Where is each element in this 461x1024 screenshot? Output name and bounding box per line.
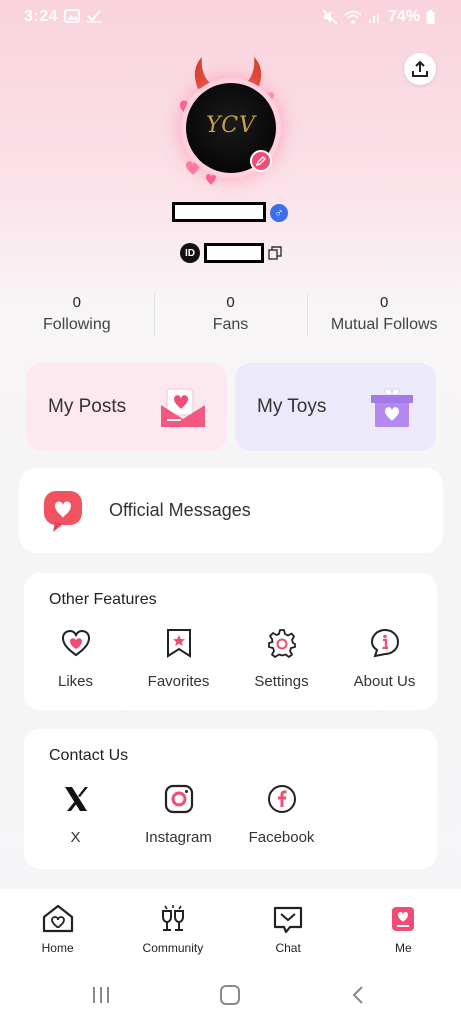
avatar-logo: YCV: [206, 113, 256, 138]
stat-label: Following: [43, 316, 111, 333]
info-icon: [370, 628, 399, 658]
nav-chat[interactable]: Chat: [231, 889, 346, 965]
stat-mutual-follows[interactable]: 0 Mutual Follows: [307, 290, 461, 340]
male-gender-icon: ♂: [270, 204, 288, 222]
me-icon: [392, 907, 415, 931]
recent-apps-icon[interactable]: [90, 985, 112, 1005]
feature-label: About Us: [353, 673, 416, 690]
mute-icon: [322, 9, 338, 25]
facebook-icon: [267, 785, 296, 813]
system-navigation-bar: [0, 965, 461, 1024]
battery-icon: [426, 10, 435, 24]
nav-label: Home: [41, 941, 74, 955]
status-bar: 3:24 74%: [0, 0, 461, 36]
contact-us-section: Contact Us X Instagram Facebook: [24, 729, 437, 869]
home-system-icon[interactable]: [219, 985, 241, 1005]
heart-icon: [61, 629, 90, 657]
contact-label: X: [70, 829, 81, 846]
feature-label: Likes: [57, 673, 94, 690]
instagram-icon: [164, 784, 193, 814]
stat-label: Mutual Follows: [330, 316, 438, 333]
edit-avatar-button[interactable]: [250, 150, 272, 172]
heart-message-icon: [44, 490, 82, 532]
status-right: 74%: [322, 8, 435, 26]
nav-community[interactable]: Community: [115, 889, 230, 965]
nav-home[interactable]: Home: [0, 889, 115, 965]
quick-cards: My Posts My Toys: [26, 363, 436, 451]
battery-level: 74%: [387, 8, 420, 25]
stat-fans[interactable]: 0 Fans: [153, 290, 308, 340]
bottom-navigation: Home Community Chat Me: [0, 889, 461, 965]
contact-x[interactable]: X: [24, 783, 127, 846]
pencil-icon: [255, 156, 266, 167]
feature-likes[interactable]: Likes: [24, 627, 127, 690]
share-button[interactable]: [404, 53, 436, 85]
copy-icon[interactable]: [268, 246, 282, 260]
contact-label: Instagram: [145, 829, 212, 846]
avatar-frame[interactable]: YCV: [168, 55, 288, 190]
section-title: Contact Us: [49, 747, 129, 764]
stat-label: Fans: [212, 316, 249, 333]
status-time: 3:24: [24, 8, 59, 25]
username-redacted: [172, 202, 266, 222]
my-toys-card[interactable]: My Toys: [235, 363, 436, 451]
love-letter-icon: [161, 388, 205, 427]
stat-value: 0: [72, 294, 81, 311]
contact-facebook[interactable]: Facebook: [230, 783, 333, 846]
my-posts-card[interactable]: My Posts: [26, 363, 227, 451]
contact-instagram[interactable]: Instagram: [127, 783, 230, 846]
feature-settings[interactable]: Settings: [230, 627, 333, 690]
profile-stats: 0 Following 0 Fans 0 Mutual Follows: [0, 290, 461, 340]
feature-label: Settings: [254, 673, 309, 690]
share-icon: [412, 60, 428, 77]
other-features-section: Other Features Likes Favorites Settings …: [24, 573, 437, 710]
stat-value: 0: [226, 294, 235, 311]
feature-about-us[interactable]: About Us: [333, 627, 436, 690]
community-icon: [161, 905, 184, 931]
nav-label: Chat: [275, 941, 301, 955]
section-title: Other Features: [49, 591, 157, 608]
my-posts-label: My Posts: [48, 396, 127, 417]
gear-icon: [267, 629, 296, 658]
stat-value: 0: [380, 294, 389, 311]
user-id-redacted: [204, 243, 264, 263]
x-logo-icon: [64, 787, 88, 811]
feature-label: Favorites: [147, 673, 210, 690]
bookmark-star-icon: [166, 629, 191, 658]
back-icon[interactable]: [350, 985, 366, 1005]
id-icon: ID: [180, 243, 200, 263]
nav-label: Me: [395, 941, 412, 955]
wifi-icon: [344, 10, 362, 24]
nav-label: Community: [142, 941, 204, 955]
nav-me[interactable]: Me: [346, 889, 461, 965]
status-notification-icons: [64, 9, 102, 23]
stat-following[interactable]: 0 Following: [0, 290, 154, 340]
feature-favorites[interactable]: Favorites: [127, 627, 230, 690]
gift-box-icon: [371, 388, 413, 427]
official-messages-label: Official Messages: [109, 500, 251, 520]
official-messages-row[interactable]: Official Messages: [19, 468, 443, 553]
home-icon: [42, 904, 73, 933]
chat-icon: [274, 906, 303, 934]
contact-label: Facebook: [248, 829, 315, 846]
image-icon: [64, 9, 80, 23]
check-icon: [87, 10, 101, 23]
signal-icon: [368, 13, 379, 23]
my-toys-label: My Toys: [257, 396, 327, 417]
